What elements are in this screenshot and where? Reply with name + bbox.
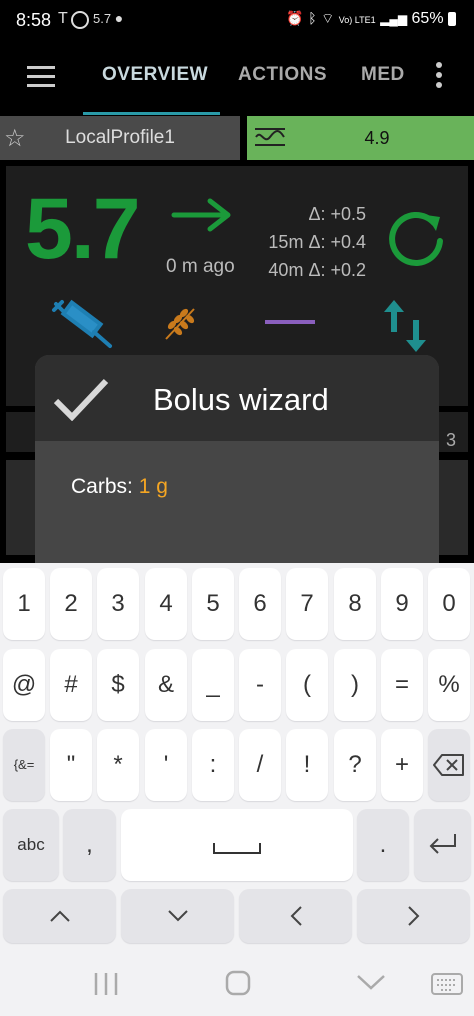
status-app-value: 5.7 (93, 11, 112, 26)
key-0[interactable]: 0 (428, 568, 470, 640)
basal-indicator (265, 320, 315, 324)
keyboard: 1 2 3 4 5 6 7 8 9 0 @ # $ & _ - ( ) = % … (0, 563, 474, 953)
tab-med[interactable]: MED (361, 64, 405, 86)
key-4[interactable]: 4 (145, 568, 187, 640)
key-2[interactable]: 2 (50, 568, 92, 640)
carbs-value[interactable]: 1 g (139, 475, 168, 498)
target-button[interactable]: 4.9 (247, 116, 474, 160)
profile-button[interactable]: ☆ LocalProfile1 (0, 116, 240, 160)
period-key[interactable]: . (357, 809, 409, 881)
status-time: 8:58 (16, 10, 52, 30)
key-6[interactable]: 6 (239, 568, 281, 640)
arrow-up-key[interactable] (3, 889, 116, 943)
keyboard-icon[interactable] (431, 973, 463, 995)
delta-15m: 15m Δ: +0.4 (268, 232, 366, 252)
key-hyphen[interactable]: - (239, 649, 281, 721)
key-hash[interactable]: # (50, 649, 92, 721)
key-exclamation[interactable]: ! (286, 729, 328, 801)
navigation-bar (0, 953, 474, 1016)
tesla-icon: T (58, 10, 68, 27)
key-8[interactable]: 8 (334, 568, 376, 640)
key-9[interactable]: 9 (381, 568, 423, 640)
space-key[interactable] (121, 809, 353, 881)
dot-icon: ● (114, 10, 124, 26)
arrow-left-key[interactable] (239, 889, 352, 943)
last-reading-time: 0 m ago (166, 256, 235, 277)
menu-icon[interactable] (27, 66, 55, 93)
trend-arrow-icon (171, 198, 231, 232)
delta: Δ: +0.5 (308, 204, 366, 224)
home-icon[interactable] (224, 969, 252, 997)
chevron-up-icon (49, 910, 70, 922)
battery-percent: 65% (411, 10, 444, 27)
dialog-title: Bolus wizard (153, 382, 329, 417)
bolus-wizard-dialog: Bolus wizard Carbs: 1 g (35, 355, 439, 565)
status-right: ⏰ ᛒ ⌔ Vo) LTE1 ▂▄▆ 65% (286, 10, 456, 28)
battery-icon (448, 11, 456, 26)
transfer-icon[interactable] (382, 298, 428, 354)
key-1[interactable]: 1 (3, 568, 45, 640)
recent-apps-icon[interactable] (92, 971, 120, 997)
backspace-icon (433, 754, 464, 776)
key-slash[interactable]: / (239, 729, 281, 801)
dialog-header: Bolus wizard (35, 355, 439, 441)
refresh-icon[interactable] (382, 205, 450, 273)
glucose-value: 5.7 (25, 181, 141, 277)
key-quote[interactable]: " (50, 729, 92, 801)
carbs-icon[interactable] (160, 305, 204, 345)
space-icon (213, 843, 261, 854)
tab-indicator (83, 112, 220, 115)
key-at[interactable]: @ (3, 649, 45, 721)
syringe-icon[interactable] (50, 298, 116, 352)
wifi-icon: ⌔ (321, 10, 335, 26)
check-icon[interactable] (53, 377, 109, 421)
key-percent[interactable]: % (428, 649, 470, 721)
arrow-down-key[interactable] (121, 889, 234, 943)
target-range-icon (255, 128, 285, 146)
key-more-symbols[interactable]: {&= (3, 729, 45, 801)
key-apostrophe[interactable]: ' (145, 729, 187, 801)
status-left-icons: T 5.7 ● (58, 10, 123, 29)
key-asterisk[interactable]: * (97, 729, 139, 801)
app-bar: OVERVIEW ACTIONS MED (0, 42, 474, 115)
chevron-right-icon (407, 906, 419, 926)
secondary-value: 3 (445, 430, 456, 450)
key-underscore[interactable]: _ (192, 649, 234, 721)
tab-actions[interactable]: ACTIONS (238, 64, 327, 86)
alarm-icon: ⏰ (286, 10, 304, 26)
bluetooth-icon: ᛒ (308, 10, 317, 26)
key-ampersand[interactable]: & (145, 649, 187, 721)
key-5[interactable]: 5 (192, 568, 234, 640)
arrow-right-key[interactable] (357, 889, 470, 943)
key-dollar[interactable]: $ (97, 649, 139, 721)
back-icon[interactable] (356, 973, 386, 991)
network-label: Vo) LTE1 (338, 15, 376, 25)
chevron-left-icon (290, 906, 302, 926)
tab-overview[interactable]: OVERVIEW (102, 64, 208, 86)
enter-icon (429, 834, 456, 854)
key-close-paren[interactable]: ) (334, 649, 376, 721)
key-colon[interactable]: : (192, 729, 234, 801)
backspace-key[interactable] (428, 729, 470, 801)
sync-icon (71, 10, 90, 29)
delta-block: Δ: +0.5 15m Δ: +0.4 40m Δ: +0.2 (254, 200, 366, 284)
chevron-down-icon (167, 910, 188, 922)
key-open-paren[interactable]: ( (286, 649, 328, 721)
key-plus[interactable]: + (381, 729, 423, 801)
enter-key[interactable] (414, 809, 471, 881)
more-options-icon[interactable] (436, 62, 444, 92)
profile-name: LocalProfile1 (65, 127, 175, 148)
carbs-field[interactable]: Carbs: 1 g (71, 475, 168, 499)
key-equals[interactable]: = (381, 649, 423, 721)
signal-icon: ▂▄▆ (380, 12, 408, 26)
carbs-label: Carbs: (71, 475, 133, 498)
delta-40m: 40m Δ: +0.2 (268, 260, 366, 280)
comma-key[interactable]: , (63, 809, 116, 881)
key-question[interactable]: ? (334, 729, 376, 801)
abc-key[interactable]: abc (3, 809, 59, 881)
target-value: 4.9 (364, 128, 390, 148)
status-bar: 8:58 T 5.7 ● ⏰ ᛒ ⌔ Vo) LTE1 ▂▄▆ 65% (0, 0, 474, 40)
key-3[interactable]: 3 (97, 568, 139, 640)
key-7[interactable]: 7 (286, 568, 328, 640)
